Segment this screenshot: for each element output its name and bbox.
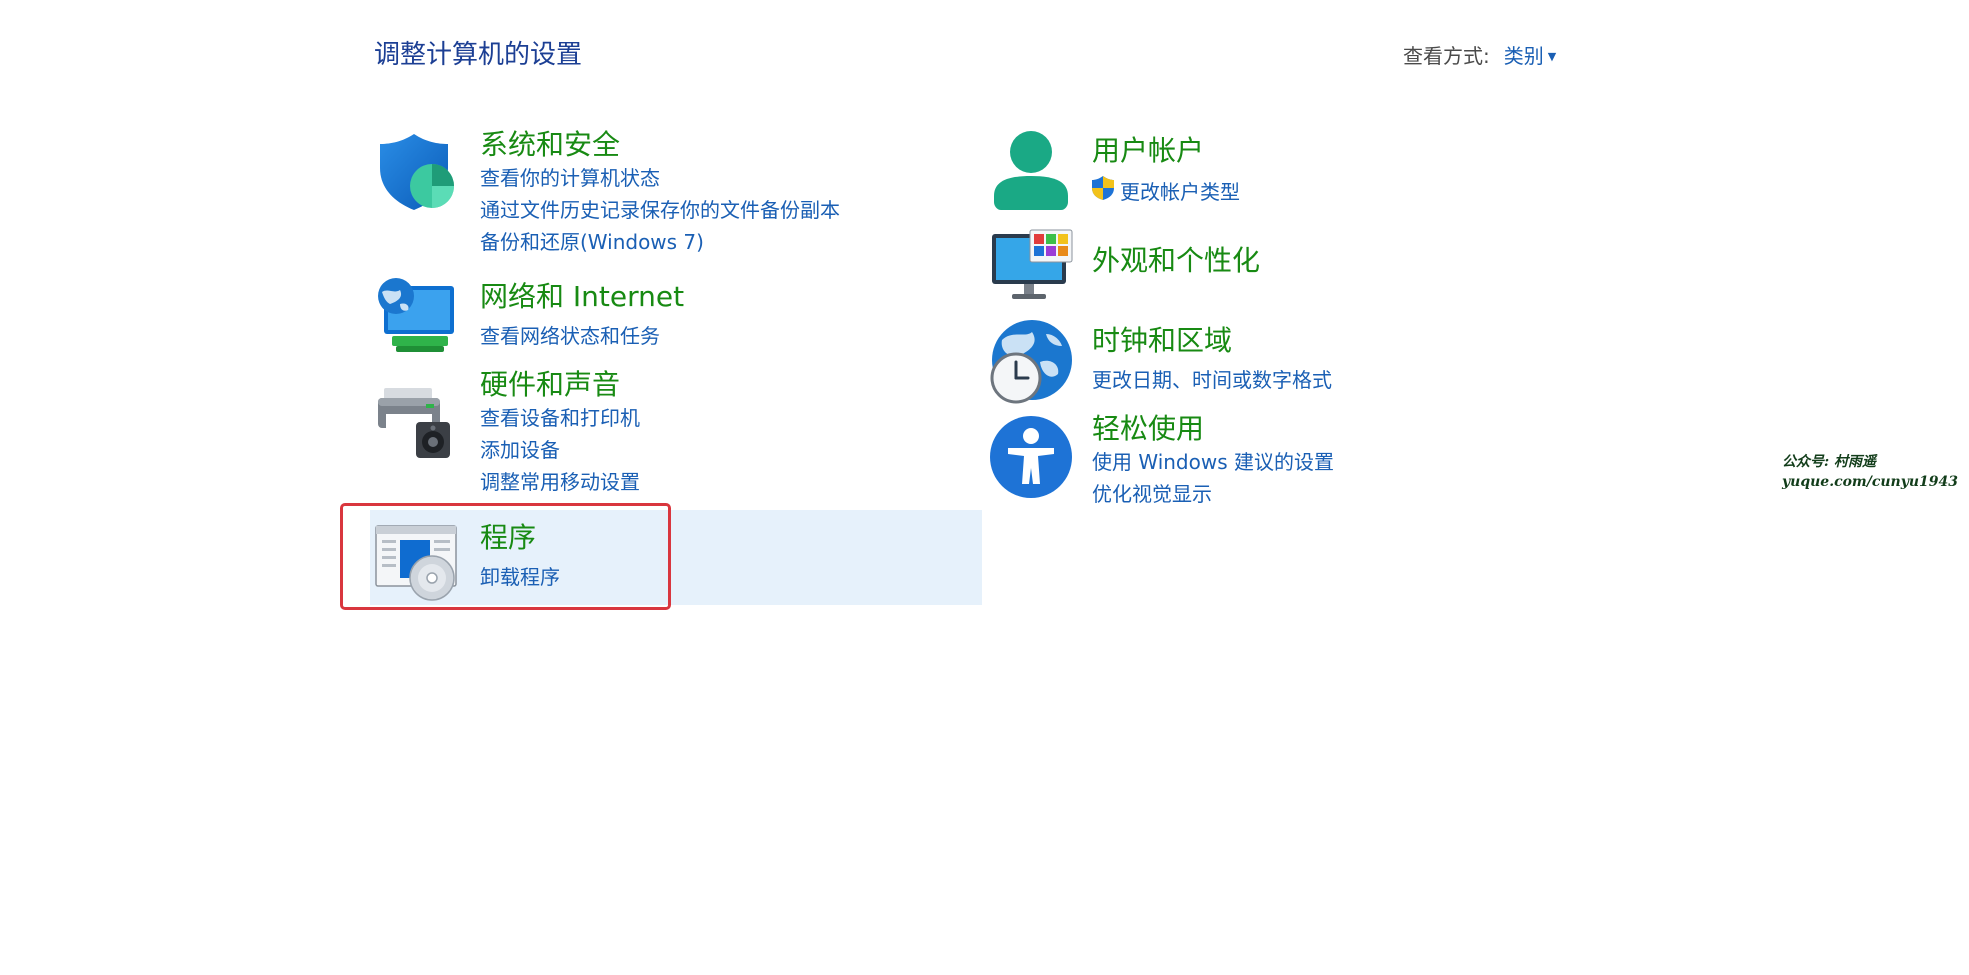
- link-change-account-type[interactable]: 更改帐户类型: [1120, 176, 1240, 205]
- watermark: 公众号: 村雨遥 yuque.com/cunyu1943: [1782, 452, 1962, 492]
- link-recommended-settings[interactable]: 使用 Windows 建议的设置: [1092, 446, 1334, 475]
- link-change-date-time-format[interactable]: 更改日期、时间或数字格式: [1092, 364, 1332, 393]
- link-mobility-settings[interactable]: 调整常用移动设置: [480, 466, 640, 495]
- category-title-clock-region[interactable]: 时钟和区域: [1092, 319, 1232, 359]
- link-devices-printers[interactable]: 查看设备和打印机: [480, 402, 640, 431]
- view-mode-dropdown[interactable]: 类别: [1504, 44, 1544, 68]
- accessibility-icon[interactable]: [988, 414, 1074, 500]
- network-globe-icon[interactable]: [372, 272, 458, 358]
- category-title-user-accounts[interactable]: 用户帐户: [1092, 129, 1204, 169]
- annotation-highlight-box: [340, 503, 671, 610]
- category-title-hardware[interactable]: 硬件和声音: [480, 363, 620, 403]
- view-mode-selector: 查看方式: 类别 ▼: [1403, 40, 1556, 69]
- link-optimize-visual-display[interactable]: 优化视觉显示: [1092, 478, 1212, 507]
- view-mode-label: 查看方式:: [1403, 44, 1490, 68]
- uac-shield-icon: [1091, 175, 1115, 201]
- category-title-network[interactable]: 网络和 Internet: [480, 275, 684, 315]
- link-backup-restore-win7[interactable]: 备份和还原(Windows 7): [480, 226, 704, 255]
- watermark-line-2: yuque.com/cunyu1943: [1782, 474, 1959, 490]
- printer-speaker-icon[interactable]: [372, 378, 458, 464]
- link-view-computer-status[interactable]: 查看你的计算机状态: [480, 162, 660, 191]
- shield-icon[interactable]: [372, 128, 458, 214]
- category-title-ease-of-access[interactable]: 轻松使用: [1092, 407, 1204, 447]
- user-icon[interactable]: [988, 126, 1074, 212]
- globe-clock-icon[interactable]: [988, 318, 1074, 404]
- page-title: 调整计算机的设置: [374, 40, 583, 70]
- category-title-system-security[interactable]: 系统和安全: [480, 123, 620, 163]
- category-title-appearance[interactable]: 外观和个性化: [1092, 239, 1260, 279]
- chevron-down-icon[interactable]: ▼: [1548, 50, 1556, 63]
- monitor-palette-icon[interactable]: [988, 226, 1074, 312]
- watermark-line-1: 公众号: 村雨遥: [1782, 454, 1877, 470]
- link-add-device[interactable]: 添加设备: [480, 434, 560, 463]
- link-file-history-backup[interactable]: 通过文件历史记录保存你的文件备份副本: [480, 194, 840, 223]
- link-view-network-status[interactable]: 查看网络状态和任务: [480, 320, 660, 349]
